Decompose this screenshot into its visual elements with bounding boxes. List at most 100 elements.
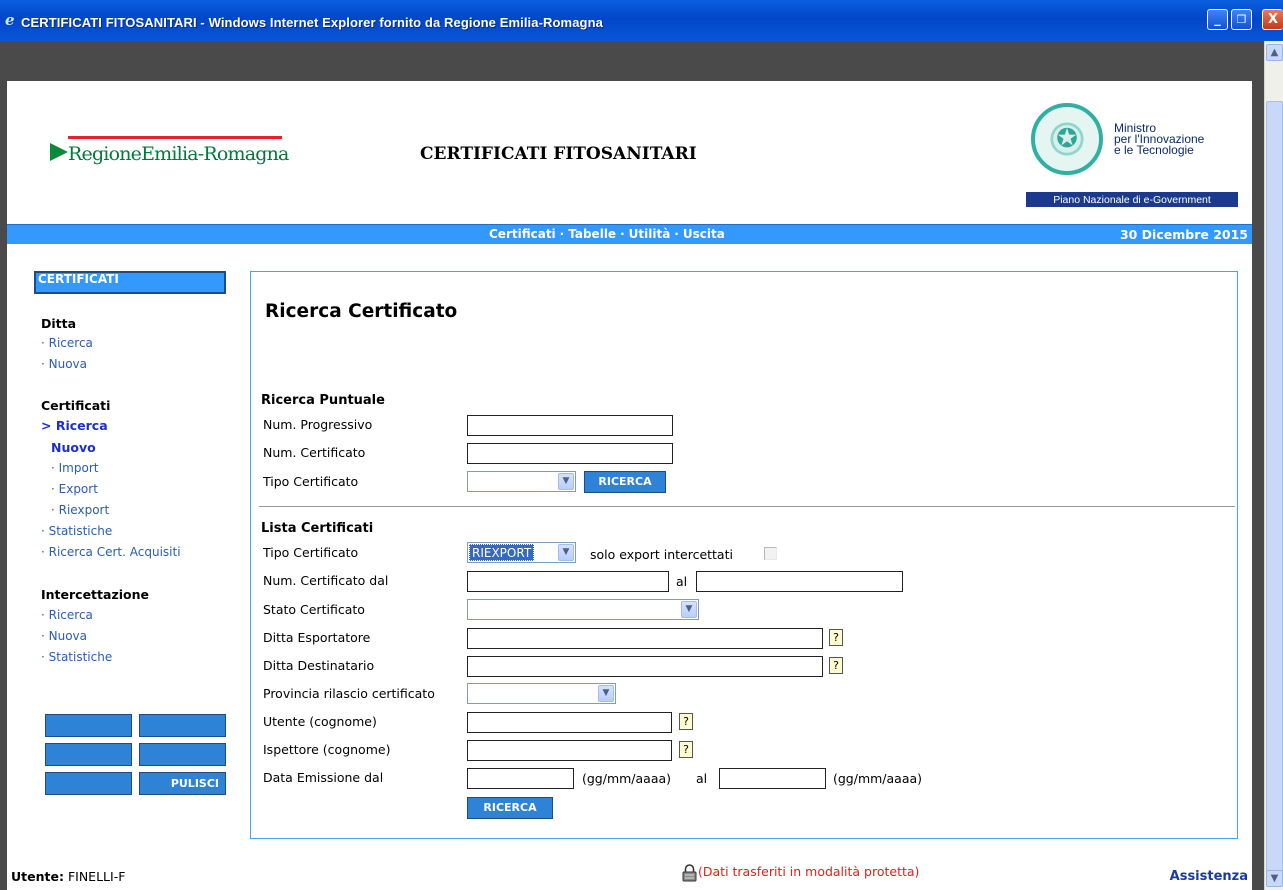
divider [259,506,1235,507]
stato-certificato-label: Stato Certificato [263,602,365,617]
ricerca-puntuale-button[interactable]: RICERCA [584,471,666,493]
ispettore-label: Ispettore (cognome) [263,742,391,757]
sidebar-item-export[interactable]: · Export [51,482,98,496]
scroll-up-arrow-icon[interactable]: ▲ [1266,44,1283,61]
secure-transfer-note: (Dati trasferiti in modalità protetta) [698,864,920,879]
help-ispettore-button[interactable]: ? [679,741,693,758]
help-destinatario-button[interactable]: ? [829,657,843,674]
num-progressivo-input[interactable] [467,415,673,436]
ditta-esportatore-label: Ditta Esportatore [263,630,371,645]
pulisci-button[interactable]: PULISCI [139,772,226,795]
browser-top-area [7,41,1264,81]
page-footer: Utente: FINELLI-F (Dati trasferiti in mo… [7,851,1252,884]
sidebar-item-certificati-ricerca[interactable]: > Ricerca [41,418,108,433]
close-button[interactable]: X [1262,9,1283,30]
solo-export-checkbox[interactable] [764,547,777,560]
nav-utilita[interactable]: Utilità [629,227,671,241]
provincia-select[interactable]: ▼ [467,683,616,704]
ricerca-puntuale-heading: Ricerca Puntuale [261,393,385,408]
restore-button[interactable]: ❐ [1231,9,1252,30]
sidebar-item-ditta-ricerca[interactable]: · Ricerca [41,336,93,350]
logged-user: Utente: FINELLI-F [11,869,126,884]
vertical-scrollbar[interactable]: ▲ ▼ [1264,41,1283,890]
num-certificato-input[interactable] [467,443,673,464]
republic-emblem-icon: ✪ [1031,103,1103,175]
app-title: CERTIFICATI FITOSANITARI [420,144,697,164]
sidebar-item-intercettazione-ricerca[interactable]: · Ricerca [41,608,93,622]
sidebar-heading-certificati: Certificati [41,398,111,413]
provincia-label: Provincia rilascio certificato [263,686,435,701]
sidebar-button-5[interactable] [45,772,132,795]
nav-certificati[interactable]: Certificati [489,227,556,241]
assistenza-link[interactable]: Assistenza [1170,869,1248,884]
current-date: 30 Dicembre 2015 [1119,227,1248,242]
lock-icon [682,864,697,882]
ministry-logo: ✪ Ministro per l'Innovazione e le Tecnol… [1025,103,1239,213]
window-titlebar: e CERTIFICATI FITOSANITARI - Windows Int… [0,0,1283,41]
chevron-down-icon[interactable]: ▼ [558,544,574,561]
top-nav-bar: Certificati · Tabelle · Utilità · Uscita 30 Di… [7,224,1252,244]
data-dal-input[interactable] [467,768,574,789]
minimize-button[interactable]: _ [1207,9,1228,30]
sidebar-heading-ditta: Ditta [41,316,77,331]
lista-tipo-certificato-label: Tipo Certificato [263,545,359,560]
flag-icon [50,141,68,163]
tipo-certificato-select[interactable]: ▼ [467,471,576,492]
window-title: CERTIFICATI FITOSANITARI - Windows Inter… [21,15,603,30]
sidebar-item-certificati-nuovo[interactable]: Nuovo [51,440,96,455]
sidebar-button-4[interactable] [139,743,226,766]
nav-uscita[interactable]: Uscita [683,227,725,241]
data-emissione-dal-label: Data Emissione dal [263,770,384,785]
solo-export-label: solo export intercettati [590,547,733,562]
page-title: Ricerca Certificato [265,301,458,322]
sidebar-item-ditta-nuova[interactable]: · Nuova [41,357,87,371]
sidebar-item-intercettazione-statistiche[interactable]: · Statistiche [41,650,112,664]
ditta-destinatario-label: Ditta Destinatario [263,658,375,673]
num-certificato-label: Num. Certificato [263,445,366,460]
data-al-label: al [696,771,708,786]
date-format-hint: (gg/mm/aaaa) [582,771,672,786]
num-al-input[interactable] [696,571,903,592]
sidebar-item-intercettazione-nuova[interactable]: · Nuova [41,629,87,643]
date-format-hint: (gg/mm/aaaa) [833,771,923,786]
internet-explorer-icon: e [5,11,15,29]
lista-tipo-certificato-select[interactable]: RIEXPORT ▼ [467,542,576,563]
regione-emilia-romagna-logo: RegioneEmilia-Romagna [50,133,289,173]
sidebar-heading-intercettazione: Intercettazione [41,587,149,602]
help-utente-button[interactable]: ? [679,713,693,730]
sidebar-section-title: CERTIFICATI [34,271,226,294]
stato-certificato-select[interactable]: ▼ [467,599,699,620]
ditta-esportatore-input[interactable] [467,628,823,649]
num-al-label: al [676,574,688,589]
num-dal-label: Num. Certificato dal [263,573,389,588]
help-esportatore-button[interactable]: ? [829,629,843,646]
num-dal-input[interactable] [467,571,669,592]
search-panel: Ricerca Certificato Ricerca Puntuale Num… [250,271,1238,839]
sidebar-button-1[interactable] [45,714,132,737]
nav-links: Certificati · Tabelle · Utilità · Uscita [489,227,725,241]
chevron-down-icon[interactable]: ▼ [558,473,574,490]
chevron-down-icon[interactable]: ▼ [598,685,614,702]
chevron-down-icon[interactable]: ▼ [681,601,697,618]
ispettore-input[interactable] [467,740,672,761]
sidebar-item-riexport[interactable]: · Riexport [51,503,109,517]
data-al-input[interactable] [719,768,826,789]
utente-input[interactable] [467,712,672,733]
num-progressivo-label: Num. Progressivo [263,417,373,432]
sidebar-button-3[interactable] [45,743,132,766]
scrollbar-thumb[interactable] [1266,101,1283,881]
tipo-certificato-label: Tipo Certificato [263,474,359,489]
utente-label: Utente (cognome) [263,714,377,729]
lista-certificati-heading: Lista Certificati [261,521,374,536]
nav-tabelle[interactable]: Tabelle [568,227,616,241]
ditta-destinatario-input[interactable] [467,656,823,677]
selected-value: RIEXPORT [469,544,535,561]
sidebar-item-statistiche[interactable]: · Statistiche [41,524,112,538]
sidebar: CERTIFICATI Ditta · Ricerca · Nuova Cert… [7,244,247,844]
sidebar-button-2[interactable] [139,714,226,737]
scroll-down-arrow-icon[interactable]: ▼ [1266,870,1283,887]
web-page: RegioneEmilia-Romagna CERTIFICATI FITOSA… [7,81,1252,890]
ricerca-lista-button[interactable]: RICERCA [467,797,553,819]
sidebar-item-import[interactable]: · Import [51,461,98,475]
sidebar-item-ricerca-cert-acquisiti[interactable]: · Ricerca Cert. Acquisiti [41,545,181,559]
